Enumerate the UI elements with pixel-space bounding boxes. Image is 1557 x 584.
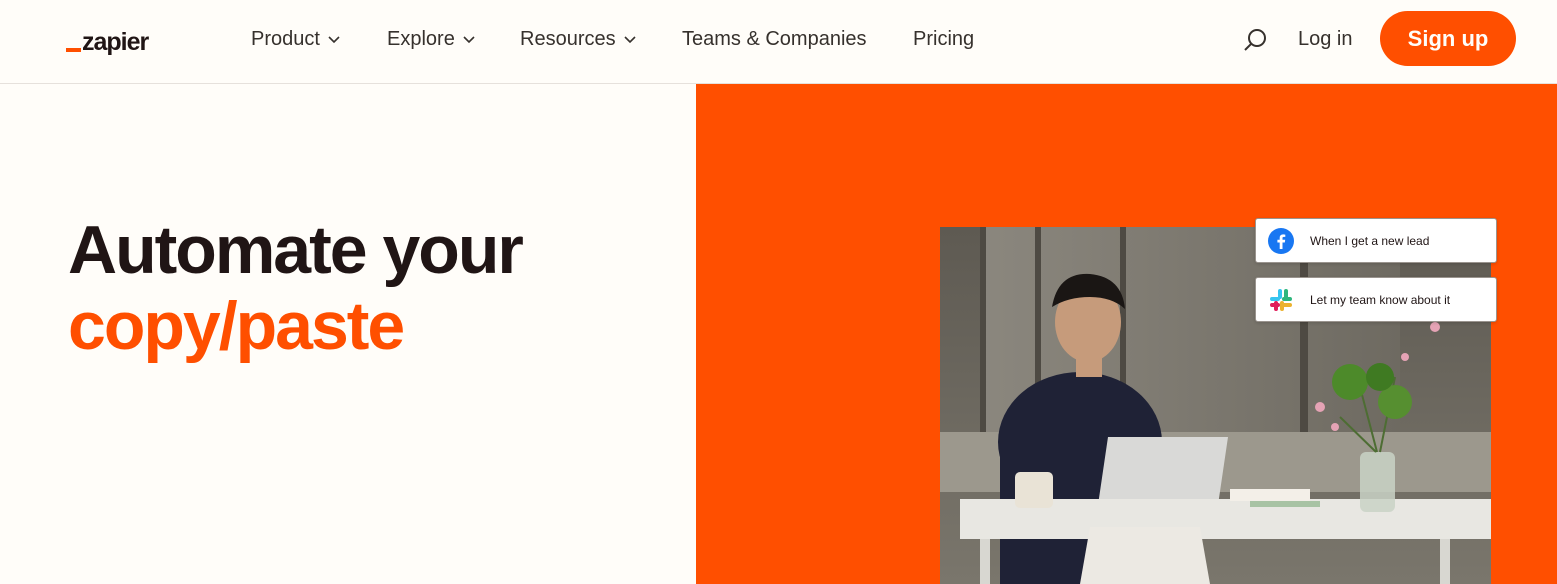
workflow-card-action-text: Let my team know about it: [1310, 292, 1451, 307]
workflow-card-action: Let my team know about it: [1255, 277, 1497, 322]
signup-button[interactable]: Sign up: [1380, 11, 1516, 66]
login-link[interactable]: Log in: [1298, 25, 1353, 53]
nav-explore[interactable]: Explore: [387, 25, 475, 53]
chevron-down-icon: [328, 33, 340, 45]
search-icon[interactable]: [1242, 26, 1270, 54]
nav-teams-companies[interactable]: Teams & Companies: [682, 25, 867, 53]
nav-pricing-label: Pricing: [913, 27, 975, 50]
nav-teams-label: Teams & Companies: [682, 27, 867, 50]
site-header: zapier Product Explore Resources Teams &…: [0, 0, 1557, 84]
nav-resources-label: Resources: [520, 27, 616, 50]
slack-icon: [1267, 286, 1295, 314]
chevron-down-icon: [624, 33, 636, 45]
logo-underscore: [66, 48, 81, 52]
nav-product[interactable]: Product: [251, 25, 340, 53]
logo-text: zapier: [82, 28, 149, 56]
chevron-down-icon: [463, 33, 475, 45]
nav-resources[interactable]: Resources: [520, 25, 636, 53]
workflow-card-trigger: When I get a new lead: [1255, 218, 1497, 263]
hero-title-line2: copy/paste: [68, 288, 405, 364]
nav-pricing[interactable]: Pricing: [913, 25, 974, 53]
workflow-card-trigger-text: When I get a new lead: [1310, 233, 1430, 248]
zapier-logo[interactable]: zapier: [66, 24, 149, 56]
hero-title: Automate your copy/paste: [68, 212, 524, 364]
nav-product-label: Product: [251, 27, 320, 50]
nav-explore-label: Explore: [387, 27, 455, 50]
facebook-icon: [1267, 227, 1295, 255]
hero-title-line1: Automate your: [68, 212, 524, 288]
